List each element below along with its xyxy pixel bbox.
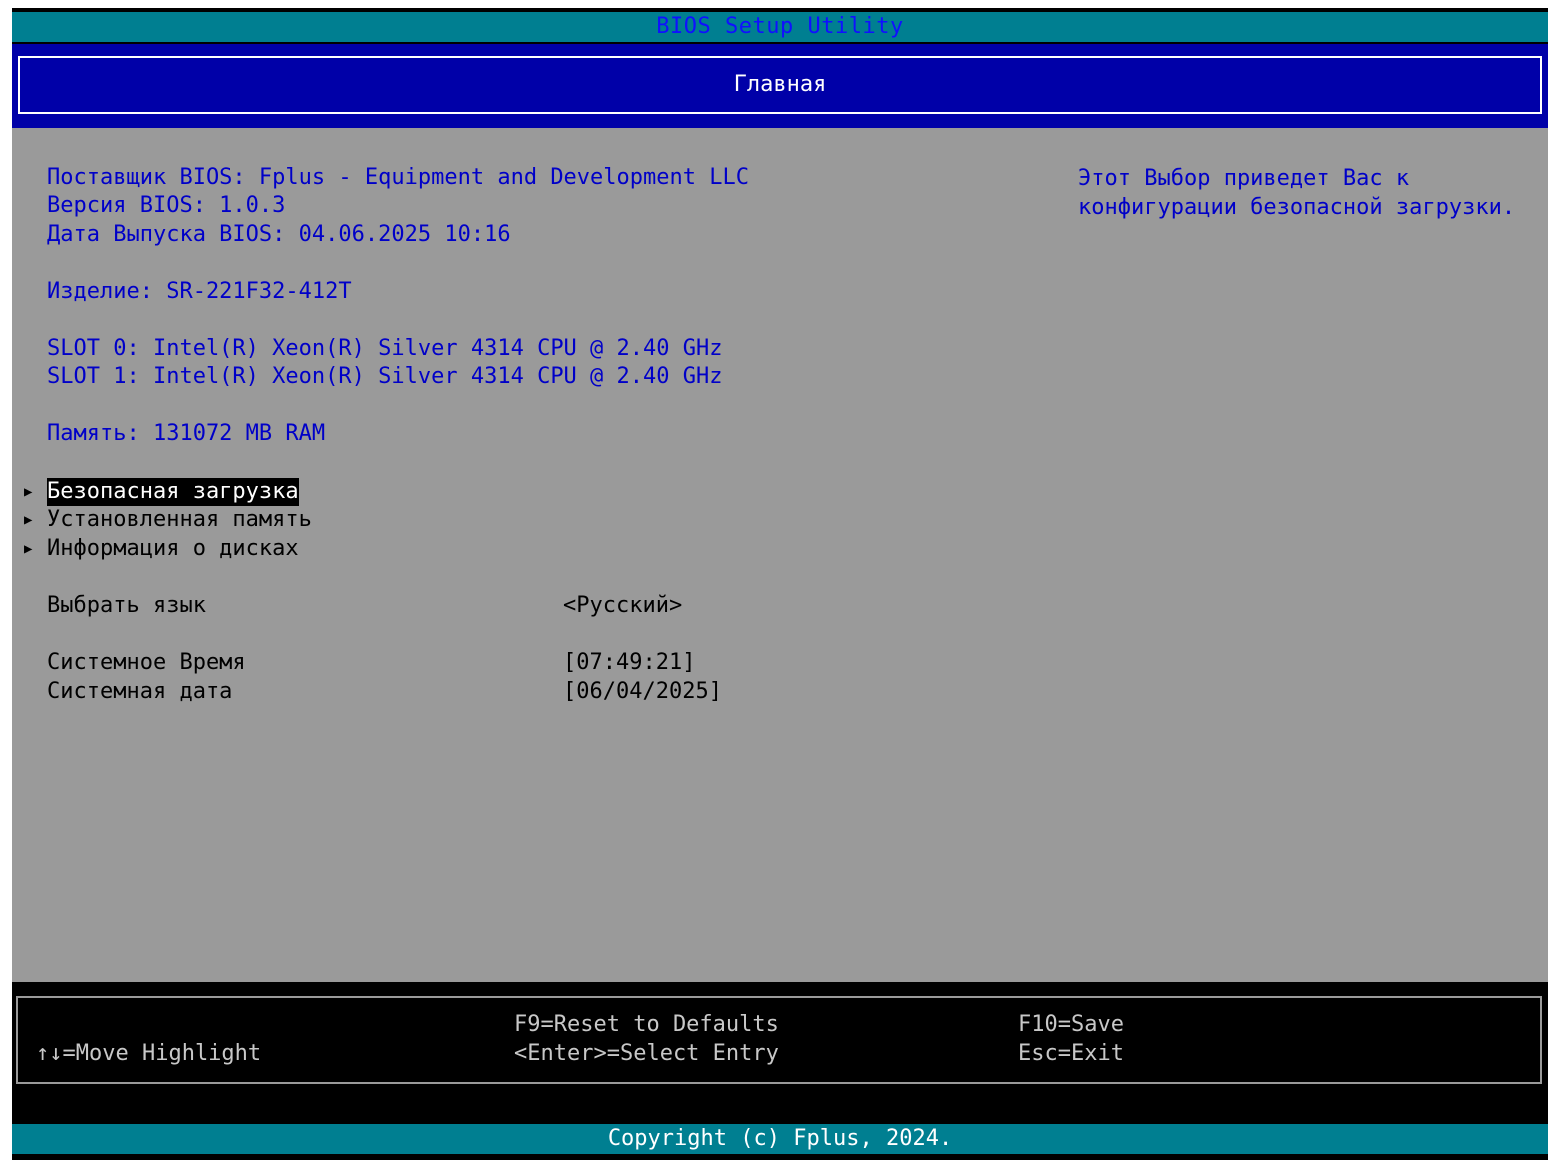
language-label: Выбрать язык [47,593,206,618]
menu-item-label: Безопасная загрузка [47,478,299,506]
tab-main[interactable]: Главная [18,56,1542,114]
system-time-field[interactable]: [07:49:21] [563,649,695,677]
menu-item-label: Информация о дисках [47,536,299,561]
bios-vendor: Поставщик BIOS: Fplus - Equipment and De… [47,165,749,190]
help-text: Этот Выбор приведет Вас к конфигурации б… [1078,166,1516,220]
menu-item-label: Установленная память [47,507,312,532]
right-triangle-icon: ▶ [24,541,33,557]
exit-hint: Esc=Exit [1018,1041,1124,1066]
system-date-label: Системная дата [47,679,233,704]
system-time-label: Системное Время [47,650,246,675]
memory-info: Память: 131072 MB RAM [47,421,326,446]
bios-screen: BIOS Setup Utility Главная Поставщик BIO… [12,8,1548,1160]
cpu-slot-0: SLOT 0: Intel(R) Xeon(R) Silver 4314 CPU… [47,336,723,361]
cpu-slot-1: SLOT 1: Intel(R) Xeon(R) Silver 4314 CPU… [47,364,723,389]
system-date-field[interactable]: [06/04/2025] [563,678,722,706]
window-title: BIOS Setup Utility [12,12,1548,42]
reset-defaults-hint: F9=Reset to Defaults [514,1012,779,1037]
bios-release-date: Дата Выпуска BIOS: 04.06.2025 10:16 [47,222,511,247]
select-entry-hint: <Enter>=Select Entry [514,1041,779,1066]
product-name: Изделие: SR-221F32-412T [47,279,352,304]
right-triangle-icon: ▶ [24,512,33,528]
tab-bar: Главная [12,44,1548,128]
key-legend: ↑↓=Move Highlight F9=Reset to Defaults <… [12,982,1548,1124]
main-panel: Поставщик BIOS: Fplus - Equipment and De… [12,128,1548,982]
right-triangle-icon: ▶ [24,484,33,500]
language-select[interactable]: <Русский> [563,592,682,620]
move-highlight-hint: ↑↓=Move Highlight [36,1041,262,1066]
bios-version: Версия BIOS: 1.0.3 [47,193,286,218]
save-hint: F10=Save [1018,1012,1124,1037]
copyright: Copyright (c) Fplus, 2024. [12,1124,1548,1154]
